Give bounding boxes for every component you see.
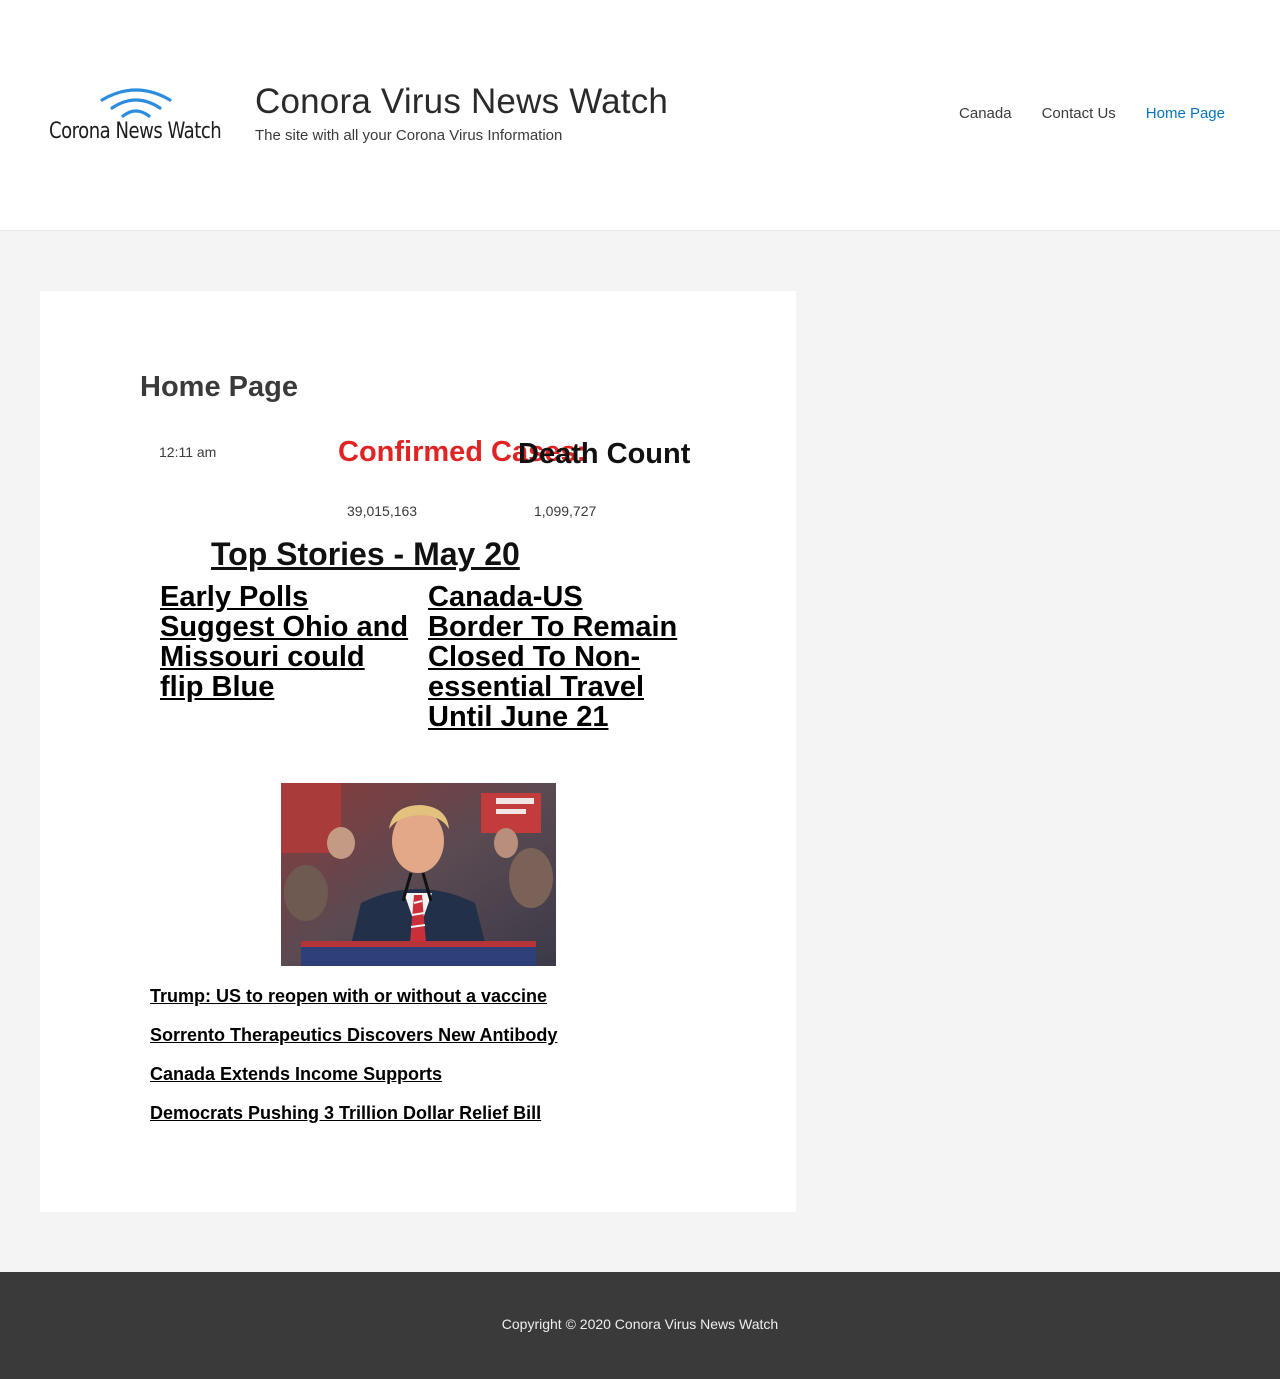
story-link[interactable]: Democrats Pushing 3 Trillion Dollar Reli… [150,1103,541,1124]
speaker-at-podium-photo [281,783,556,966]
nav-item-home-page[interactable]: Home Page [1146,105,1225,122]
headline-link[interactable]: Canada-US Border To Remain Closed To Non… [428,582,683,732]
page-title: Home Page [140,371,298,403]
current-time: 12:11 am [159,444,217,460]
death-count-value: 1,099,727 [534,503,597,519]
site-title[interactable]: Conora Virus News Watch [255,82,668,122]
nav-item-contact-us[interactable]: Contact Us [1042,105,1116,122]
site-header: Corona News Watch Conora Virus News Watc… [0,0,1280,231]
primary-nav: Canada Contact Us Home Page [959,105,1225,122]
logo-text: Corona News Watch [49,119,222,144]
story-link[interactable]: Trump: US to reopen with or without a va… [150,986,547,1007]
site-tagline: The site with all your Corona Virus Info… [255,127,563,144]
headline-link[interactable]: Early Polls Suggest Ohio and Missouri co… [160,582,410,702]
story-link[interactable]: Sorrento Therapeutics Discovers New Anti… [150,1025,557,1046]
story-link[interactable]: Canada Extends Income Supports [150,1064,442,1085]
broadcast-waves-icon [100,88,172,118]
death-count-label: Death Count [518,438,691,470]
nav-item-canada[interactable]: Canada [959,105,1012,122]
copyright-text: Copyright © 2020 Conora Virus News Watch [501,1316,779,1332]
content-card: Home Page 12:11 am Confirmed Cases: 39,0… [40,291,796,1212]
story-photo[interactable] [281,783,556,966]
confirmed-cases-value: 39,015,163 [347,503,418,519]
top-stories-heading[interactable]: Top Stories - May 20 [211,536,520,573]
site-logo[interactable]: Corona News Watch [49,86,231,146]
site-footer: Copyright © 2020 Conora Virus News Watch [0,1272,1280,1379]
